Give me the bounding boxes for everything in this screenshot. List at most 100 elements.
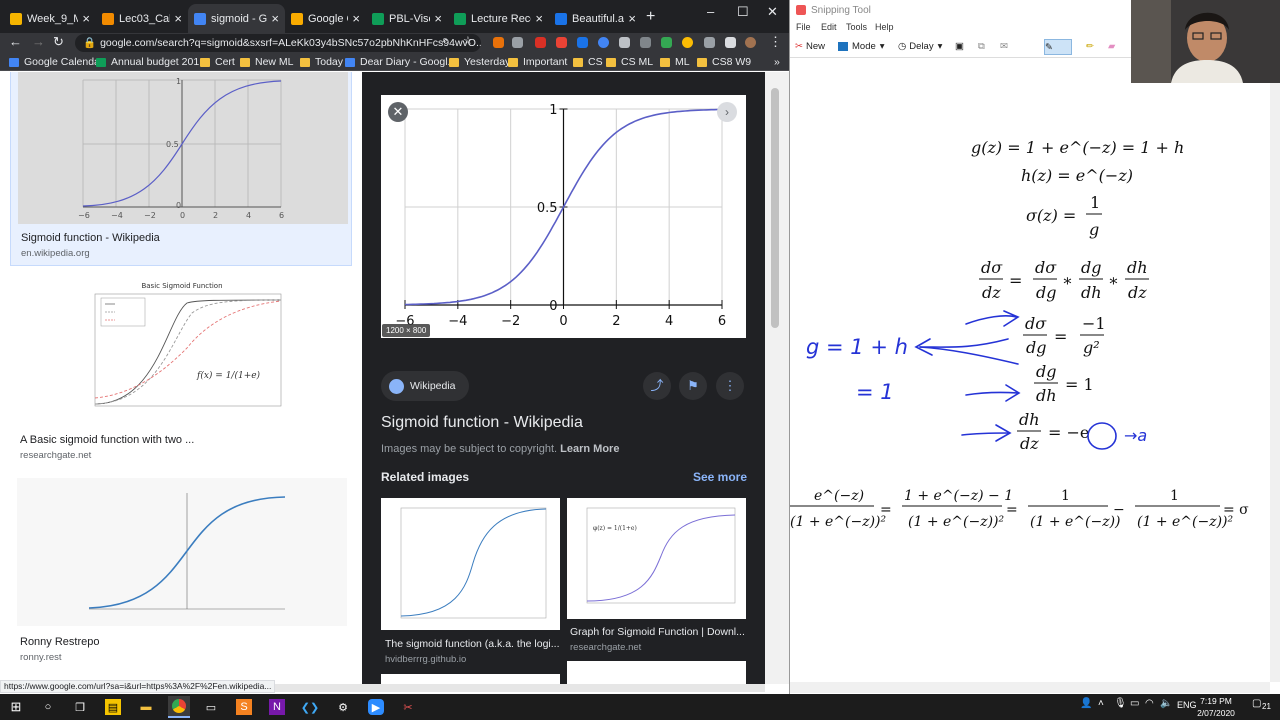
browser-tab[interactable]: Lecture Reco × xyxy=(448,4,549,33)
pen-icon[interactable]: ✎ xyxy=(1044,39,1072,55)
horizontal-scrollbar[interactable] xyxy=(260,684,765,692)
extension-icon[interactable] xyxy=(640,37,651,48)
more-options-icon[interactable]: ⋮ xyxy=(716,372,744,400)
preview-image[interactable]: −6 −4 −2 0 2 4 6 0 0.5 1 xyxy=(381,95,746,338)
reload-icon[interactable]: ↻ xyxy=(53,34,64,50)
zoom-icon[interactable]: ▶ xyxy=(368,699,384,715)
close-tab-icon[interactable]: × xyxy=(82,11,90,26)
bookmark-item[interactable]: Today xyxy=(300,54,343,70)
related-thumbnail[interactable] xyxy=(567,661,746,684)
snipping-tool-icon[interactable]: ✂ xyxy=(400,699,416,715)
bookmarks-more-icon[interactable]: » xyxy=(774,54,780,70)
close-window-button[interactable]: ✕ xyxy=(767,4,778,20)
close-tab-icon[interactable]: × xyxy=(271,11,279,26)
result-source[interactable]: researchgate.net xyxy=(20,450,91,461)
related-source[interactable]: hvidberrrg.github.io xyxy=(385,654,466,665)
result-title[interactable]: Ronny Restrepo xyxy=(20,636,100,648)
wifi-icon[interactable]: ◠ xyxy=(1145,698,1154,709)
minimize-button[interactable]: ‒ xyxy=(707,4,714,19)
bookmark-item[interactable]: CS ML xyxy=(606,54,653,70)
chrome-icon[interactable] xyxy=(168,696,190,718)
extension-icon[interactable] xyxy=(556,37,567,48)
battery-icon[interactable]: ▭ xyxy=(1130,698,1139,709)
new-tab-button[interactable]: + xyxy=(646,8,655,26)
extension-icon[interactable] xyxy=(682,37,693,48)
browser-tab[interactable]: Lec03_Calcul× xyxy=(96,4,188,33)
menu-file[interactable]: File xyxy=(796,22,811,32)
result-title[interactable]: A Basic sigmoid function with two ... xyxy=(20,434,194,446)
person-icon[interactable]: 👤 xyxy=(1080,698,1092,709)
browser-tab[interactable]: Beautiful.ai × xyxy=(549,4,642,33)
scrollbar-thumb[interactable] xyxy=(771,88,779,328)
close-tab-icon[interactable]: × xyxy=(174,11,182,26)
close-tab-icon[interactable]: × xyxy=(535,11,543,26)
bookmark-item[interactable]: Cert xyxy=(200,54,235,70)
learn-more-link[interactable]: Learn More xyxy=(560,443,619,455)
close-icon[interactable]: ✕ xyxy=(388,102,408,122)
result-thumbnail[interactable] xyxy=(17,478,347,626)
sublime-icon[interactable]: S xyxy=(236,699,252,715)
highlighter-icon[interactable]: ✏ xyxy=(1086,41,1094,52)
result-title[interactable]: Sigmoid function - Wikipedia xyxy=(21,232,160,244)
notifications-icon[interactable]: ▢ xyxy=(1252,698,1261,709)
vscode-icon[interactable]: ❮❯ xyxy=(301,699,319,715)
related-title[interactable]: Graph for Sigmoid Function | Downl... xyxy=(570,626,746,638)
snip-canvas[interactable]: g(z) = 1 + e^(−z) = 1 + h h(z) = e^(−z) … xyxy=(790,59,1270,682)
browser-tab[interactable]: Week_9_Mac× xyxy=(4,4,96,33)
bookmark-item[interactable]: New ML xyxy=(240,54,294,70)
mode-button[interactable]: Mode ▾ xyxy=(838,41,885,52)
close-tab-icon[interactable]: × xyxy=(352,11,360,26)
terminal-icon[interactable]: ▭ xyxy=(203,699,219,715)
menu-edit[interactable]: Edit xyxy=(821,22,837,32)
canvas-horizontal-scrollbar[interactable] xyxy=(790,682,1270,693)
extension-icon[interactable] xyxy=(704,37,715,48)
copy-icon[interactable]: ⧉ xyxy=(978,41,985,52)
extension-icon[interactable] xyxy=(598,37,609,48)
result-thumbnail[interactable]: 1 0.5 0 −6 −4 −2 0 2 4 6 xyxy=(18,72,348,224)
bookmark-item[interactable]: ML xyxy=(660,54,690,70)
close-tab-icon[interactable]: × xyxy=(628,11,636,26)
task-view-icon[interactable]: ❒ xyxy=(72,699,88,715)
eraser-icon[interactable]: ▰ xyxy=(1108,41,1115,52)
search-icon[interactable]: ⌕ xyxy=(442,34,448,47)
see-more-link[interactable]: See more xyxy=(693,470,747,484)
settings-icon[interactable]: ⚙ xyxy=(335,699,351,715)
bookmark-icon[interactable]: ⚑ xyxy=(679,372,707,400)
browser-tab[interactable]: sigmoid - Go × xyxy=(188,4,285,33)
chevron-right-icon[interactable]: › xyxy=(717,102,737,122)
extension-icon[interactable] xyxy=(661,37,672,48)
canvas-vertical-scrollbar[interactable] xyxy=(1270,59,1280,682)
menu-icon[interactable]: ⋮ xyxy=(769,34,782,50)
volume-icon[interactable]: 🔈 xyxy=(1160,698,1172,709)
maximize-button[interactable]: ☐ xyxy=(737,4,749,20)
result-card[interactable]: Basic Sigmoid Function f(x) = 1/(1+e) A … xyxy=(10,278,352,468)
avatar[interactable] xyxy=(745,37,756,48)
extension-icon[interactable] xyxy=(619,37,630,48)
forward-icon[interactable]: → xyxy=(32,34,45,49)
related-source[interactable]: researchgate.net xyxy=(570,642,641,653)
extension-icon[interactable] xyxy=(493,37,504,48)
related-thumbnail[interactable] xyxy=(381,674,560,684)
extension-icon[interactable] xyxy=(535,37,546,48)
star-icon[interactable]: ☆ xyxy=(463,34,473,47)
search-icon[interactable]: ○ xyxy=(40,699,56,715)
bookmark-item[interactable]: Dear Diary - Googl... xyxy=(345,54,456,70)
puzzle-icon[interactable] xyxy=(725,37,736,48)
related-thumbnail[interactable] xyxy=(381,498,560,630)
site-chip[interactable]: Wikipedia xyxy=(381,371,469,401)
save-icon[interactable]: ▣ xyxy=(955,41,964,52)
bookmark-item[interactable]: Annual budget 201... xyxy=(96,54,208,70)
menu-tools[interactable]: Tools xyxy=(846,22,867,32)
browser-tab[interactable]: PBL-Visor-St × xyxy=(366,4,448,33)
bookmark-item[interactable]: Yesterday xyxy=(449,54,510,70)
menu-help[interactable]: Help xyxy=(875,22,894,32)
chevron-up-icon[interactable]: ˄ xyxy=(1098,698,1104,709)
back-icon[interactable]: ← xyxy=(9,34,22,49)
bookmark-item[interactable]: CS xyxy=(573,54,603,70)
clock[interactable]: 7:19 PM 2/07/2020 xyxy=(1193,694,1239,720)
microphone-icon[interactable]: 🎙 xyxy=(1114,698,1127,709)
page-scrollbar[interactable] xyxy=(765,72,789,684)
share-icon[interactable]: ⤴ xyxy=(643,372,671,400)
result-source[interactable]: en.wikipedia.org xyxy=(21,248,90,259)
result-card[interactable]: 1 0.5 0 −6 −4 −2 0 2 4 6 Sigmoid function - W… xyxy=(10,72,352,266)
